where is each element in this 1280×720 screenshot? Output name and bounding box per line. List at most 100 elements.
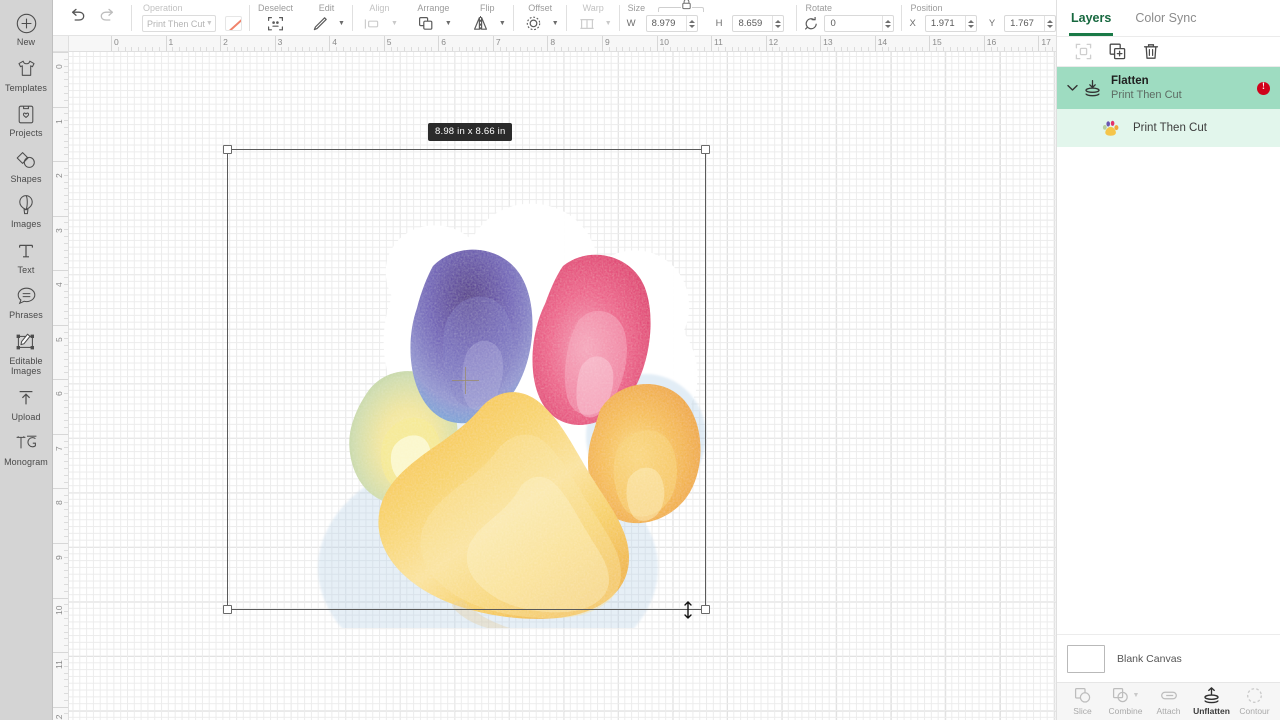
selection-handle-bottom-left[interactable] <box>223 605 232 614</box>
tab-layers[interactable]: Layers <box>1071 0 1111 36</box>
offset-button[interactable] <box>521 15 547 33</box>
sidebar-item-upload[interactable]: Upload <box>0 381 53 427</box>
chevron-down-icon[interactable] <box>1065 84 1080 92</box>
rotate-caption: Rotate <box>804 3 894 13</box>
deselect-icon <box>267 15 284 33</box>
contour-button[interactable]: Contour <box>1233 687 1276 716</box>
position-y-input[interactable] <box>1010 18 1044 29</box>
group-icon[interactable] <box>1075 43 1092 60</box>
chevron-down-icon[interactable]: ▼ <box>499 20 506 27</box>
position-x-input[interactable] <box>931 18 965 29</box>
position-x-label: X <box>909 18 915 29</box>
warp-button[interactable] <box>574 15 600 33</box>
ruler-minor-tick <box>718 47 719 51</box>
ruler-tick <box>166 36 167 52</box>
design-canvas[interactable]: 8.98 in x 8.66 in <box>69 52 1056 720</box>
size-width-input[interactable] <box>652 18 686 29</box>
layer-row-print-then-cut[interactable]: Print Then Cut <box>1057 109 1280 147</box>
rotate-field[interactable] <box>824 15 894 32</box>
size-width-stepper[interactable] <box>686 16 697 31</box>
selection-handle-top-right[interactable] <box>701 145 710 154</box>
duplicate-icon[interactable] <box>1109 43 1126 60</box>
chevron-down-icon[interactable]: ▼ <box>338 20 345 27</box>
ruler-minor-tick <box>64 86 68 87</box>
ruler-minor-tick <box>64 318 68 319</box>
position-y-stepper[interactable] <box>1044 16 1055 31</box>
ruler-minor-tick <box>64 182 68 183</box>
size-height-input[interactable] <box>738 18 772 29</box>
ruler-minor-tick <box>322 47 323 51</box>
sidebar-item-editable-images[interactable]: Editable Images <box>0 325 53 381</box>
ruler-v-label: 1 <box>54 119 64 124</box>
rotate-icon[interactable] <box>804 17 819 31</box>
ruler-minor-tick <box>64 332 68 333</box>
redo-arrow-icon[interactable] <box>99 8 116 27</box>
ruler-minor-tick <box>64 297 68 298</box>
ruler-minor-tick <box>745 47 746 51</box>
sidebar-item-templates[interactable]: Templates <box>0 52 53 98</box>
canvas-swatch <box>1067 645 1105 673</box>
sidebar-item-images[interactable]: Images <box>0 188 53 234</box>
rotate-input[interactable] <box>830 18 882 29</box>
chevron-down-icon[interactable]: ▼ <box>552 20 559 27</box>
ruler-h-label: 0 <box>114 37 119 47</box>
ruler-minor-tick <box>64 113 68 114</box>
delete-icon[interactable] <box>1143 43 1159 60</box>
sidebar-item-new[interactable]: New <box>0 6 53 52</box>
rotate-stepper[interactable] <box>882 16 893 31</box>
sidebar-item-monogram[interactable]: Monogram <box>0 426 53 472</box>
blank-canvas-chip[interactable]: Blank Canvas <box>1057 634 1280 682</box>
ruler-minor-tick <box>950 47 951 51</box>
ruler-minor-tick <box>64 66 68 67</box>
ruler-minor-tick <box>459 47 460 51</box>
ruler-minor-tick <box>895 47 896 51</box>
warning-badge[interactable]: ! <box>1257 82 1270 95</box>
attach-button[interactable]: Attach <box>1147 687 1190 716</box>
size-height-stepper[interactable] <box>772 16 783 31</box>
position-y-field[interactable] <box>1004 15 1056 32</box>
chevron-down-icon[interactable]: ▼ <box>391 20 398 27</box>
operation-color-swatch[interactable] <box>225 16 242 31</box>
flip-button[interactable] <box>468 15 494 33</box>
arrange-button[interactable] <box>414 15 440 33</box>
sidebar-item-text[interactable]: Text <box>0 234 53 280</box>
align-button[interactable] <box>360 15 386 33</box>
slice-button[interactable]: Slice <box>1061 687 1104 716</box>
horizontal-ruler[interactable]: 0123456789101112131415161718 <box>53 36 1056 52</box>
chevron-down-icon[interactable]: ▼ <box>1133 692 1140 699</box>
position-x-stepper[interactable] <box>965 16 976 31</box>
ruler-minor-tick <box>213 47 214 51</box>
ruler-minor-tick <box>206 47 207 51</box>
size-height-field[interactable] <box>732 15 784 32</box>
layer-row-flatten[interactable]: Flatten Print Then Cut ! <box>1057 67 1280 109</box>
sidebar-item-shapes[interactable]: Shapes <box>0 143 53 189</box>
ruler-minor-tick <box>309 47 310 51</box>
tab-color-sync[interactable]: Color Sync <box>1135 0 1196 36</box>
combine-button[interactable]: ▼ Combine <box>1104 687 1147 716</box>
edit-button[interactable] <box>307 15 333 33</box>
toolbar-divider <box>796 5 797 31</box>
ruler-minor-tick <box>356 47 357 51</box>
chevron-down-icon[interactable]: ▼ <box>605 20 612 27</box>
deselect-button[interactable] <box>262 15 288 33</box>
unflatten-button[interactable]: Unflatten <box>1190 687 1233 716</box>
chevron-down-icon[interactable]: ▼ <box>445 20 452 27</box>
size-width-field[interactable] <box>646 15 698 32</box>
sidebar-item-phrases[interactable]: Phrases <box>0 279 53 325</box>
layer-flatten-text: Flatten Print Then Cut <box>1111 75 1257 102</box>
position-x-field[interactable] <box>925 15 977 32</box>
vertical-ruler[interactable]: 0123456789101112 <box>53 36 69 720</box>
ruler-h-label: 2 <box>223 37 228 47</box>
combine-icon <box>1112 687 1130 704</box>
ruler-minor-tick <box>138 47 139 51</box>
undo-arrow-icon[interactable] <box>69 8 86 27</box>
sidebar-item-projects[interactable]: Projects <box>0 97 53 143</box>
ruler-minor-tick <box>64 345 68 346</box>
ruler-minor-tick <box>636 47 637 51</box>
selection-handle-bottom-right[interactable] <box>701 605 710 614</box>
selection-bounding-box[interactable] <box>227 149 706 610</box>
ruler-minor-tick <box>922 47 923 51</box>
selection-handle-top-left[interactable] <box>223 145 232 154</box>
operation-select[interactable]: Print Then Cut ▼ <box>142 15 216 32</box>
size-lock-toggle[interactable] <box>681 0 692 10</box>
